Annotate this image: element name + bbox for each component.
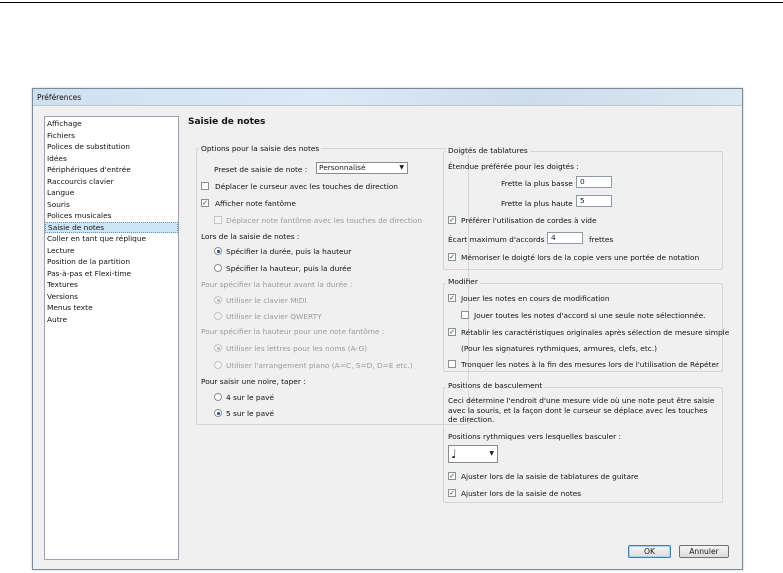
quarter-note-label: Pour saisir une noire, taper : (201, 377, 306, 386)
max-chord-label: Écart maximum d'accords : (448, 235, 550, 244)
window-title: Préférences (37, 93, 82, 102)
sidebar-item-versions[interactable]: Versions (45, 291, 178, 303)
pitch-then-duration-radio[interactable] (214, 264, 222, 272)
five-keypad-radio[interactable] (214, 409, 222, 417)
lowest-fret-label: Frette la plus basse : (501, 179, 578, 188)
ok-button[interactable]: OK (628, 545, 671, 558)
fingering-range-label: Étendue préférée pour les doigtés : (448, 162, 579, 171)
use-letters-radio[interactable] (214, 344, 222, 352)
highest-fret-field[interactable]: 5 (576, 195, 612, 207)
show-ghost-checkbox[interactable]: ✓ (201, 199, 209, 207)
highest-fret-label: Frette la plus haute : (501, 199, 578, 208)
cancel-button[interactable]: Annuler (679, 545, 729, 558)
play-chord-checkbox[interactable] (461, 311, 469, 319)
play-notes-label: Jouer les notes en cours de modification (461, 294, 610, 303)
use-qwerty-label: Utiliser le clavier QWERTY (226, 312, 322, 321)
sidebar-item-idees[interactable]: Idées (45, 153, 178, 165)
use-midi-label: Utiliser le clavier MIDI (226, 296, 307, 305)
lowest-fret-field[interactable]: 0 (576, 176, 612, 188)
play-chord-label: Jouer toutes les notes d'accord si une s… (474, 311, 706, 320)
sidebar-item-raccourcis[interactable]: Raccourcis clavier (45, 176, 178, 188)
play-notes-checkbox[interactable]: ✓ (448, 294, 456, 302)
tab-fingering-group-label: Doigtés de tablatures (446, 146, 530, 155)
sidebar-item-coller-replique[interactable]: Coller en tant que réplique (45, 233, 178, 245)
adjust-tab-label: Ajuster lors de la saisie de tablatures … (461, 472, 639, 481)
category-list[interactable]: Affichage Fichiers Polices de substituti… (44, 116, 179, 560)
snap-description: Ceci détermine l'endroit d'une mesure vi… (448, 396, 715, 424)
duration-then-pitch-label: Spécifier la durée, puis la hauteur (226, 247, 352, 256)
quarter-note-icon: ♩ (451, 447, 457, 461)
preset-value: Personnalisé (319, 163, 366, 172)
snap-positions-group-label: Positions de basculement (446, 381, 545, 390)
four-keypad-radio[interactable] (214, 393, 222, 401)
restore-props-checkbox[interactable]: ✓ (448, 328, 456, 336)
restore-props-label: Rétablir les caractéristiques originales… (461, 328, 730, 337)
move-cursor-checkbox[interactable] (201, 182, 209, 190)
sidebar-item-autre[interactable]: Autre (45, 314, 178, 326)
remember-fingering-label: Mémoriser le doigté lors de la copie ver… (461, 253, 700, 262)
restore-props-note: (Pour les signatures rythmiques, armures… (461, 344, 658, 353)
move-ghost-checkbox[interactable] (214, 216, 222, 224)
sidebar-item-textures[interactable]: Textures (45, 279, 178, 291)
title-bar[interactable]: Préférences (33, 89, 742, 106)
sidebar-item-pas-a-pas[interactable]: Pas-à-pas et Flexi-time (45, 268, 178, 280)
adjust-tab-checkbox[interactable]: ✓ (448, 472, 456, 480)
duration-then-pitch-radio[interactable] (214, 247, 222, 255)
frets-unit-label: frettes (589, 235, 614, 244)
preset-label: Preset de saisie de note : (214, 165, 308, 174)
sidebar-item-polices-musicales[interactable]: Polices musicales (45, 210, 178, 222)
note-value-dropdown[interactable]: ♩ ▼ (448, 445, 498, 463)
pitch-before-duration-label: Pour spécifier la hauteur avant la durée… (201, 280, 353, 289)
adjust-notes-checkbox[interactable]: ✓ (448, 489, 456, 497)
preset-dropdown[interactable]: Personnalisé ▼ (316, 162, 408, 174)
five-keypad-label: 5 sur le pavé (226, 409, 275, 418)
use-letters-label: Utiliser les lettres pour les noms (A-G) (226, 344, 368, 353)
note-input-group-label: Options pour la saisie des notes (199, 144, 322, 153)
four-keypad-label: 4 sur le pavé (226, 393, 275, 402)
max-chord-field[interactable]: 4 (547, 232, 583, 244)
truncate-notes-checkbox[interactable] (448, 360, 456, 368)
prefer-open-strings-checkbox[interactable]: ✓ (448, 216, 456, 224)
use-qwerty-radio[interactable] (214, 312, 222, 320)
sidebar-item-fichiers[interactable]: Fichiers (45, 130, 178, 142)
remember-fingering-checkbox[interactable]: ✓ (448, 253, 456, 261)
sidebar-item-position-partition[interactable]: Position de la partition (45, 256, 178, 268)
page-title: Saisie de notes (188, 117, 266, 127)
during-input-label: Lors de la saisie de notes : (201, 232, 300, 241)
move-ghost-label: Déplacer note fantôme avec les touches d… (226, 216, 423, 225)
sidebar-item-affichage[interactable]: Affichage (45, 118, 178, 130)
show-ghost-label: Afficher note fantôme (215, 199, 296, 208)
adjust-notes-label: Ajuster lors de la saisie de notes (461, 489, 582, 498)
use-piano-radio[interactable] (214, 361, 222, 369)
chevron-down-icon: ▼ (399, 164, 404, 171)
sidebar-item-souris[interactable]: Souris (45, 199, 178, 211)
prefer-open-strings-label: Préférer l'utilisation de cordes à vide (461, 216, 597, 225)
use-piano-label: Utiliser l'arrangement piano (A=C, S=D, … (226, 361, 413, 370)
snap-positions-label: Positions rythmiques vers lesquelles bas… (448, 432, 622, 441)
ghost-pitch-label: Pour spécifier la hauteur pour une note … (201, 327, 385, 336)
top-rule (0, 2, 783, 3)
move-cursor-label: Déplacer le curseur avec les touches de … (215, 182, 398, 191)
sidebar-item-saisie-notes[interactable]: Saisie de notes (45, 221, 178, 233)
preferences-dialog: Préférences Affichage Fichiers Polices d… (32, 88, 743, 570)
chevron-down-icon: ▼ (489, 450, 494, 457)
pitch-then-duration-label: Spécifier la hauteur, puis la durée (226, 264, 352, 273)
sidebar-item-lecture[interactable]: Lecture (45, 245, 178, 257)
sidebar-item-langue[interactable]: Langue (45, 187, 178, 199)
use-midi-radio[interactable] (214, 296, 222, 304)
modify-group-label: Modifier (446, 277, 480, 286)
sidebar-item-polices-substitution[interactable]: Polices de substitution (45, 141, 178, 153)
sidebar-item-menus-texte[interactable]: Menus texte (45, 302, 178, 314)
sidebar-item-peripheriques[interactable]: Périphériques d'entrée (45, 164, 178, 176)
truncate-notes-label: Tronquer les notes à la fin des mesures … (461, 360, 720, 369)
